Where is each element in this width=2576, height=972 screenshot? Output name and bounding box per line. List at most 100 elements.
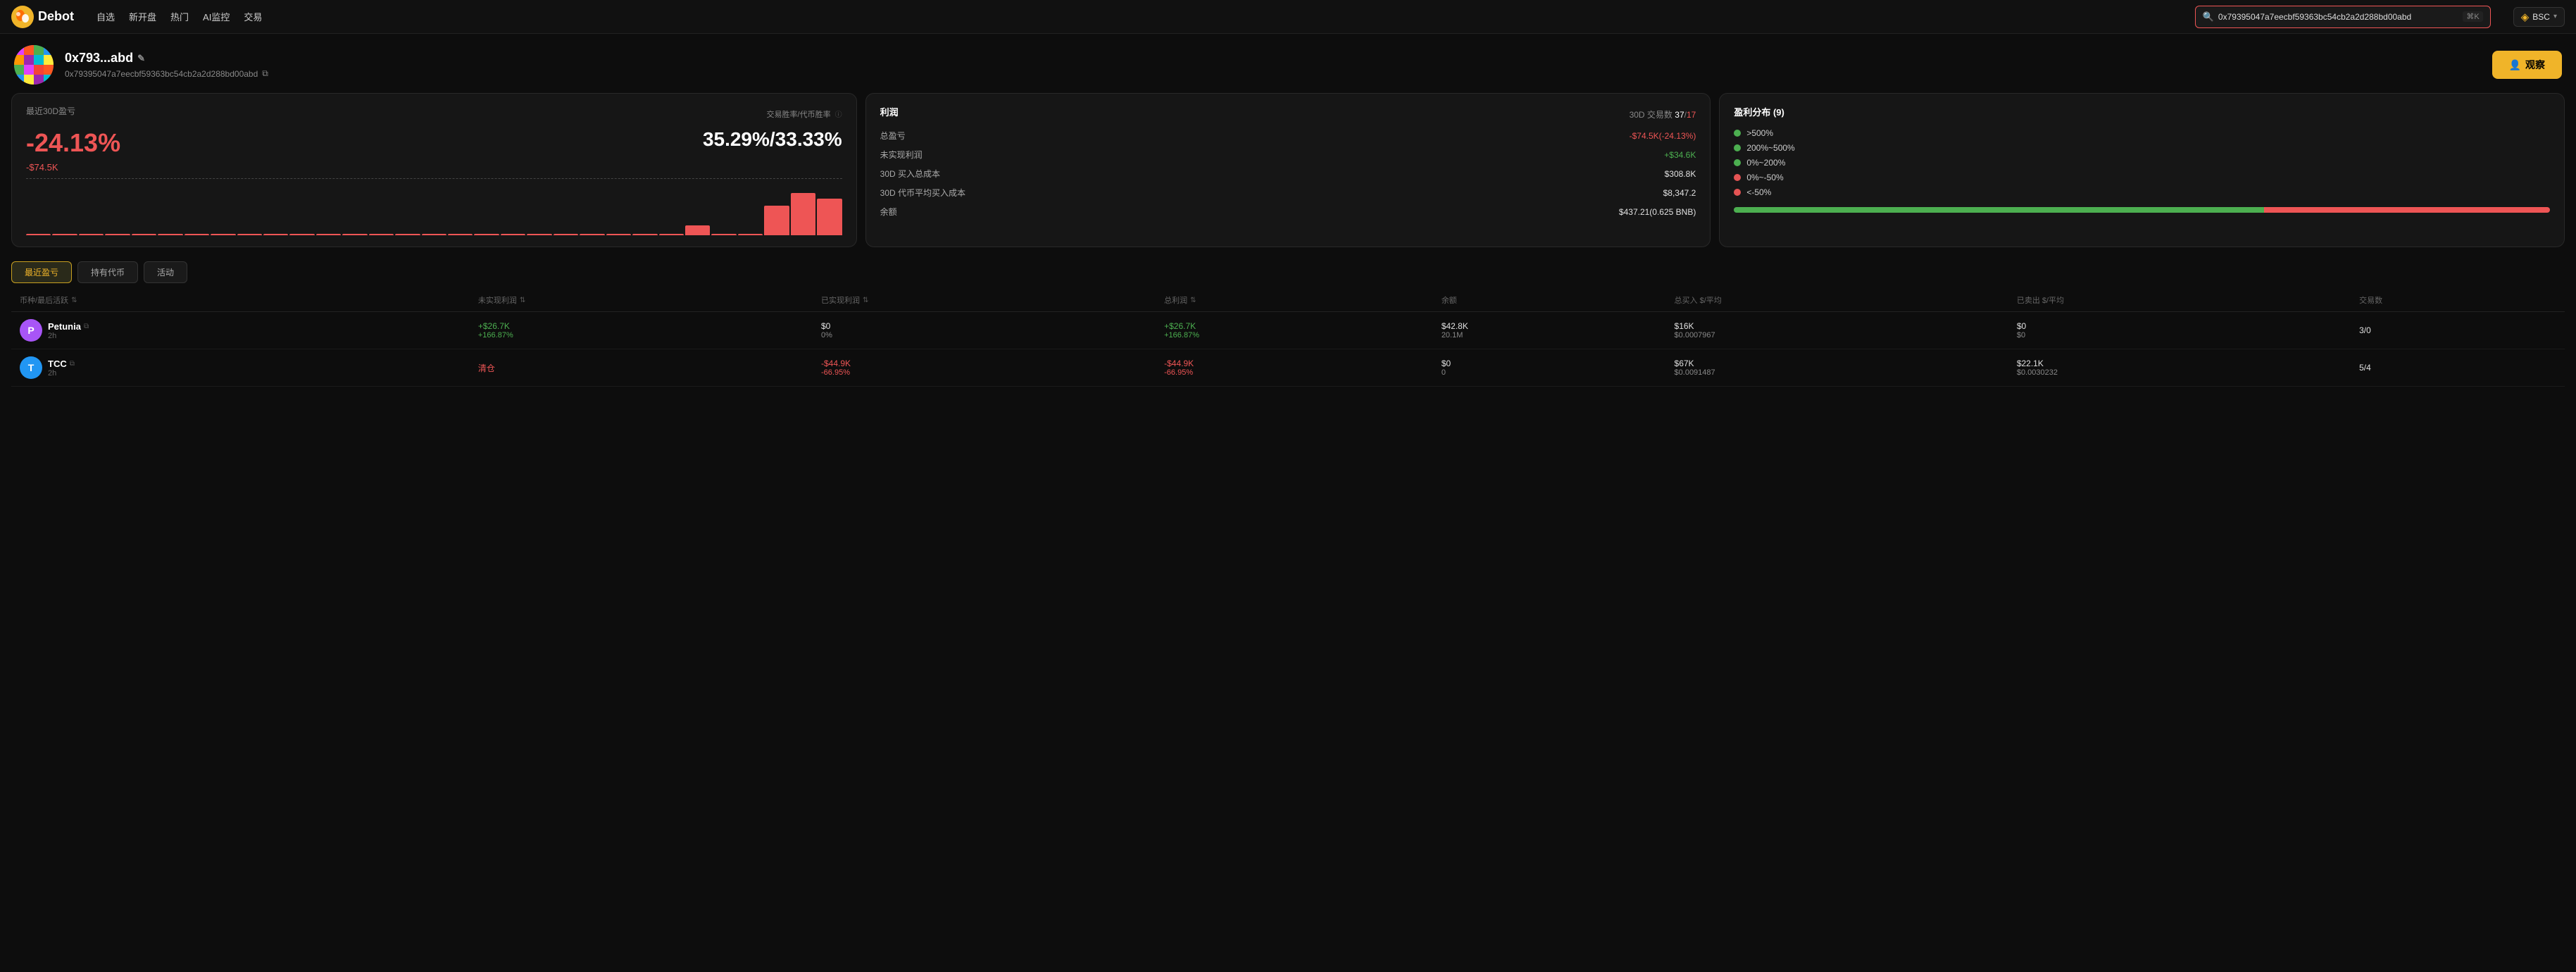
balance-sub-0: 20.1M — [1442, 331, 1658, 339]
search-box: 🔍 ⌘K — [2195, 6, 2491, 28]
th-trades-label: 交易数 — [2359, 297, 2382, 305]
bar — [105, 234, 130, 235]
th-trades: 交易数 — [2351, 289, 2565, 312]
search-shortcut: ⌘K — [2463, 11, 2482, 22]
td-total-1: -$44.9K -66.95% — [1156, 349, 1433, 387]
dist-item-0: >500% — [1734, 128, 2550, 138]
tab-recent-pnl[interactable]: 最近盈亏 — [11, 261, 72, 283]
bar — [158, 234, 182, 235]
tab-activity[interactable]: 活动 — [144, 261, 187, 283]
td-trades-0: 3/0 — [2351, 312, 2565, 349]
nav-热门[interactable]: 热门 — [170, 10, 189, 23]
sort-icon-1[interactable]: ⇅ — [520, 297, 525, 304]
dist-dot-2 — [1734, 159, 1741, 166]
balance-main-0: $42.8K — [1442, 321, 1658, 331]
td-trades-1: 5/4 — [2351, 349, 2565, 387]
token-name-1: TCC — [48, 359, 67, 369]
th-realized: 已实现利润 ⇅ — [813, 289, 1156, 312]
token-info-0: Petunia ⧉ 2h — [48, 321, 89, 340]
th-token: 币种/最后活跃 ⇅ — [11, 289, 470, 312]
observe-button[interactable]: 👤 观察 — [2492, 51, 2562, 79]
dist-dot-4 — [1734, 189, 1741, 196]
trades-val-0: 3/0 — [2359, 325, 2371, 335]
td-unrealized-1: 清仓 — [470, 349, 813, 387]
bar — [711, 234, 736, 235]
th-unrealized: 未实现利润 ⇅ — [470, 289, 813, 312]
dist-item-1: 200%~500% — [1734, 143, 2550, 153]
token-copy-icon-0[interactable]: ⧉ — [84, 323, 89, 330]
th-balance-label: 余额 — [1442, 297, 1457, 305]
sort-icon-0[interactable]: ⇅ — [71, 297, 77, 304]
sort-icon-3[interactable]: ⇅ — [1190, 297, 1196, 304]
nav-自选[interactable]: 自选 — [96, 10, 115, 23]
realized-sub-1: -66.95% — [821, 368, 1147, 377]
nav-交易[interactable]: 交易 — [244, 10, 262, 23]
bar — [817, 199, 842, 235]
dist-item-3: 0%~-50% — [1734, 173, 2550, 182]
win-rate-value: 35.29%/33.33% — [703, 128, 842, 151]
bar — [764, 206, 789, 235]
tabs-row: 最近盈亏 持有代币 活动 — [0, 256, 2576, 289]
table-row: T TCC ⧉ 2h 清仓 -$44.9K — [11, 349, 2565, 387]
bar — [501, 234, 525, 235]
bar — [342, 234, 367, 235]
pnl-card-header: 最近30D盈亏 交易胜率/代币胜率 ⓘ — [26, 105, 842, 123]
pnl-percent: -24.13% — [26, 128, 120, 158]
profit-val-3: $8,347.2 — [1663, 188, 1696, 198]
sort-icon-2[interactable]: ⇅ — [863, 297, 868, 304]
bar — [185, 234, 209, 235]
balance-main-1: $0 — [1442, 359, 1658, 368]
trades-label: 30D 交易数 — [1630, 110, 1672, 120]
bar — [554, 234, 578, 235]
profit-card-header: 利润 30D 交易数 37/17 — [880, 105, 1696, 124]
sell-sub-0: $0 — [2017, 331, 2342, 339]
edit-icon[interactable]: ✎ — [137, 53, 145, 64]
copy-icon[interactable]: ⧉ — [262, 68, 268, 79]
bar — [263, 234, 288, 235]
th-total: 总利润 ⇅ — [1156, 289, 1433, 312]
network-label: BSC — [2532, 12, 2550, 22]
token-copy-icon-1[interactable]: ⧉ — [70, 360, 75, 368]
table-body: P Petunia ⧉ 2h +$26.7K +166.87% — [11, 312, 2565, 387]
info-icon[interactable]: ⓘ — [835, 111, 842, 119]
token-info-1: TCC ⧉ 2h — [48, 359, 75, 378]
bar — [474, 234, 499, 235]
realized-main-0: $0 — [821, 321, 1147, 331]
balance-sub-1: 0 — [1442, 368, 1658, 377]
bar — [79, 234, 104, 235]
profit-row-3: 30D 代币平均买入成本 $8,347.2 — [880, 187, 1696, 199]
td-balance-0: $42.8K 20.1M — [1433, 312, 1666, 349]
dist-dot-1 — [1734, 144, 1741, 151]
th-total-label: 总利润 — [1164, 294, 1187, 306]
logo-text: Debot — [38, 9, 74, 24]
dist-label-0: >500% — [1746, 128, 1773, 138]
tab-holdings[interactable]: 持有代币 — [77, 261, 138, 283]
data-table: 币种/最后活跃 ⇅ 未实现利润 ⇅ 已实现利润 ⇅ — [11, 289, 2565, 387]
win-rate-label: 交易胜率/代币胜率 ⓘ — [767, 108, 842, 120]
buy-main-1: $67K — [1675, 359, 2000, 368]
dist-item-4: <-50% — [1734, 187, 2550, 197]
avatar — [14, 45, 54, 85]
bar — [606, 234, 631, 235]
nav-新开盘[interactable]: 新开盘 — [129, 10, 156, 23]
profit-row-2: 30D 买入总成本 $308.8K — [880, 168, 1696, 180]
token-time-1: 2h — [48, 369, 75, 378]
bar — [289, 234, 314, 235]
dist-title: 盈利分布 (9) — [1734, 105, 2550, 118]
td-realized-0: $0 0% — [813, 312, 1156, 349]
th-realized-label: 已实现利润 — [821, 294, 860, 306]
dist-bar-row — [1734, 207, 2550, 213]
logo[interactable]: Debot — [11, 6, 74, 28]
observe-label: 观察 — [2525, 58, 2545, 72]
bar — [738, 234, 763, 235]
search-input[interactable] — [2218, 12, 2458, 22]
dist-bar-red — [2264, 207, 2550, 213]
profit-row-1: 未实现利润 +$34.6K — [880, 149, 1696, 161]
bar — [791, 193, 815, 235]
profit-label-2: 30D 买入总成本 — [880, 168, 940, 180]
dist-label-2: 0%~200% — [1746, 158, 1785, 168]
network-selector[interactable]: ◈ BSC ▾ — [2513, 7, 2565, 27]
sell-main-0: $0 — [2017, 321, 2342, 331]
th-sell: 已卖出 $/平均 — [2008, 289, 2351, 312]
nav-AI监控[interactable]: AI监控 — [203, 10, 230, 23]
